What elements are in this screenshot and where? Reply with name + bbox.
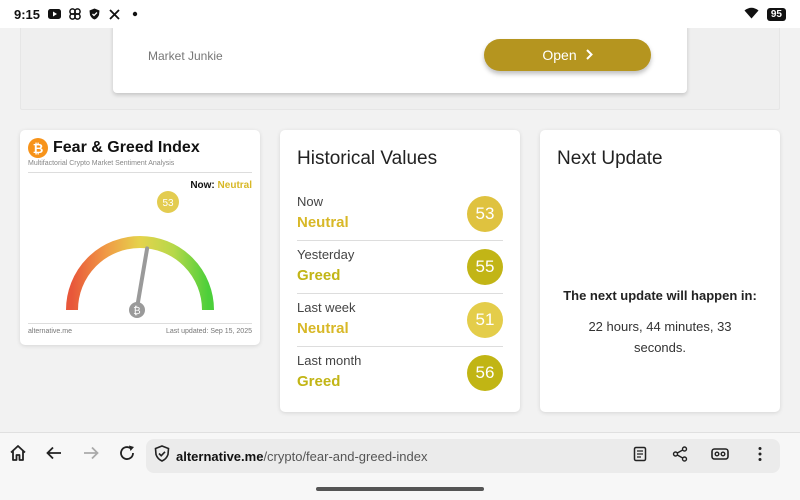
page-content[interactable]: Market Junkie Open ₿ Fear & Greed Index …	[0, 28, 800, 432]
history-classification: Greed	[297, 373, 341, 390]
gauge-hub-logo: ₿	[133, 305, 140, 317]
open-button[interactable]: Open	[484, 39, 651, 71]
status-bar: 9:15 95	[0, 0, 800, 28]
history-label: Last month	[297, 353, 362, 368]
bitcoin-logo-icon: ₿	[28, 138, 48, 158]
reader-mode-button[interactable]	[622, 438, 658, 474]
reload-button[interactable]	[109, 437, 145, 473]
private-tabs-button[interactable]	[702, 438, 738, 474]
chevron-right-icon	[585, 47, 593, 63]
forward-button[interactable]	[73, 437, 109, 473]
youtube-icon	[48, 8, 62, 21]
menu-button[interactable]	[742, 438, 778, 474]
history-value-badge: 56	[467, 355, 503, 391]
fear-greed-updated: Last updated: Sep 15, 2025	[165, 328, 252, 335]
fear-greed-gauge: ₿ 53	[66, 191, 214, 318]
history-row-last-week: Last week Neutral 51	[297, 294, 503, 346]
history-value-badge: 55	[467, 249, 503, 285]
fear-greed-card: ₿ Fear & Greed Index Multifactorial Cryp…	[20, 130, 260, 345]
back-button[interactable]	[36, 437, 72, 473]
history-classification: Neutral	[297, 214, 349, 231]
historical-values-card: Historical Values Now Neutral 53 Yesterd…	[280, 130, 520, 412]
fear-greed-source: alternative.me	[28, 328, 72, 335]
battery-indicator: 95	[766, 7, 786, 21]
pinwheel-icon	[68, 8, 81, 21]
arrow-right-icon	[82, 444, 100, 467]
share-button[interactable]	[662, 438, 698, 474]
home-icon	[9, 444, 27, 467]
gauge-value-text: 53	[162, 198, 174, 209]
history-row-now: Now Neutral 53	[297, 188, 503, 240]
reader-mode-icon	[632, 446, 648, 467]
gauge-needle	[135, 246, 150, 310]
address-bar[interactable]: alternative.me/crypto/fear-and-greed-ind…	[146, 439, 780, 473]
more-vertical-icon	[758, 446, 762, 467]
x-icon	[108, 8, 121, 21]
browser-toolbar: alternative.me/crypto/fear-and-greed-ind…	[0, 432, 800, 478]
history-classification: Greed	[297, 267, 341, 284]
ad-label: Market Junkie	[148, 49, 223, 63]
history-classification: Neutral	[297, 320, 349, 337]
private-mask-icon	[711, 447, 729, 466]
history-label: Last week	[297, 300, 356, 315]
url-domain: alternative.me	[176, 448, 264, 464]
next-update-countdown: 22 hours, 44 minutes, 33 seconds.	[588, 319, 732, 355]
history-row-last-month: Last month Greed 56	[297, 347, 503, 399]
dot-icon	[128, 8, 141, 21]
arrow-left-icon	[45, 444, 63, 467]
status-time: 9:15	[14, 6, 41, 22]
history-value-badge: 53	[467, 196, 503, 232]
next-update-card: Next Update The next update will happen …	[540, 130, 780, 412]
reload-icon	[118, 444, 136, 467]
divider	[28, 323, 252, 324]
url-path: /crypto/fear-and-greed-index	[263, 448, 428, 464]
history-label: Now	[297, 194, 324, 209]
home-button[interactable]	[0, 437, 36, 473]
historical-title: Historical Values	[297, 148, 438, 169]
next-update-title: Next Update	[557, 148, 663, 169]
next-update-text: The next update will happen in:	[563, 288, 757, 303]
history-label: Yesterday	[297, 247, 355, 262]
fear-greed-title: Fear & Greed Index	[53, 139, 200, 156]
share-icon	[672, 445, 688, 467]
wifi-icon	[744, 7, 759, 22]
shield-icon	[88, 8, 101, 21]
history-value-badge: 51	[467, 302, 503, 338]
divider	[28, 172, 252, 173]
now-value: Neutral	[217, 180, 252, 191]
url-text[interactable]: alternative.me/crypto/fear-and-greed-ind…	[176, 449, 427, 464]
home-indicator[interactable]	[316, 487, 484, 491]
ad-card: Market Junkie Open	[113, 28, 687, 93]
open-button-label: Open	[542, 47, 577, 63]
site-security-icon[interactable]	[154, 445, 170, 467]
history-row-yesterday: Yesterday Greed 55	[297, 241, 503, 293]
fear-greed-subtitle: Multifactorial Crypto Market Sentiment A…	[28, 160, 175, 167]
